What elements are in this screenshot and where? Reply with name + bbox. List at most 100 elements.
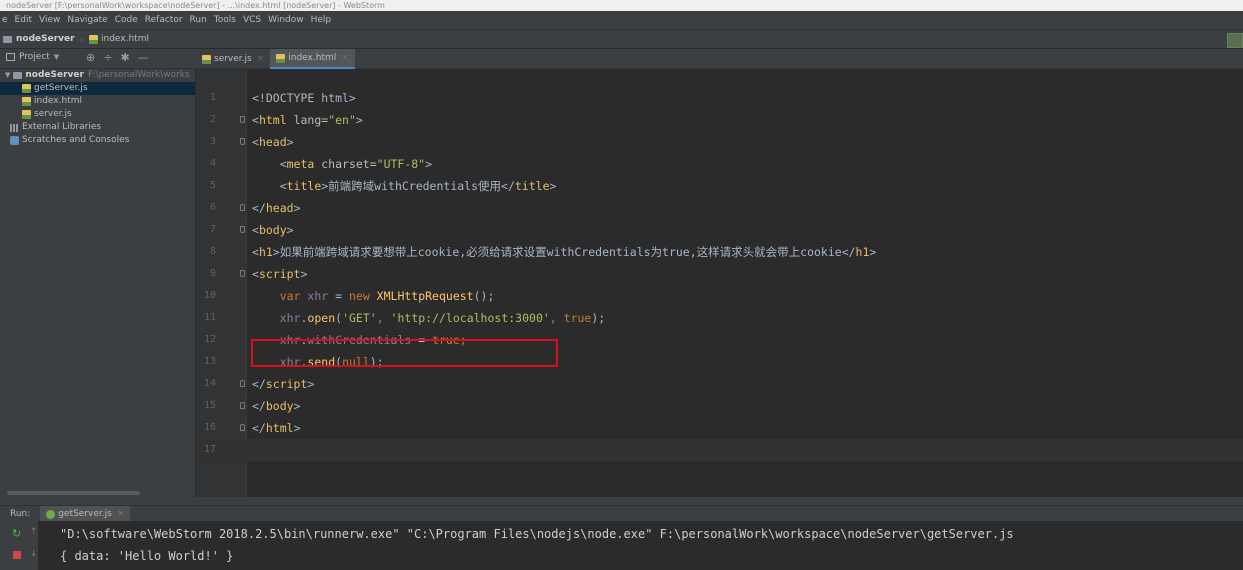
code-text: </html> bbox=[252, 421, 301, 435]
menu-file[interactable]: e bbox=[2, 15, 8, 25]
fold-marker-icon[interactable] bbox=[240, 226, 245, 233]
stop-icon[interactable] bbox=[13, 551, 21, 559]
menu-edit[interactable]: Edit bbox=[15, 15, 32, 25]
tree-item-server[interactable]: server.js bbox=[0, 108, 195, 121]
tree-item-scratches[interactable]: Scratches and Consoles bbox=[0, 134, 195, 147]
gear-icon[interactable]: ✱ bbox=[120, 51, 129, 64]
code-line[interactable]: 10 var xhr = new XMLHttpRequest(); bbox=[196, 285, 1243, 307]
close-icon[interactable]: × bbox=[257, 54, 265, 64]
code-editor[interactable]: 1 <!DOCTYPE html> 2 <html lang="en"> 3 <head>… bbox=[196, 69, 1243, 497]
horizontal-scrollbar[interactable] bbox=[7, 491, 140, 495]
code-line[interactable]: 2 <html lang="en"> bbox=[196, 109, 1243, 131]
tab-index-html[interactable]: index.html × bbox=[270, 49, 355, 69]
console-line: { data: 'Hello World!' } bbox=[60, 549, 234, 563]
fold-marker-icon[interactable] bbox=[240, 116, 245, 123]
tree-root[interactable]: ▼ nodeServer F:\personalWork\works bbox=[0, 69, 195, 82]
breadcrumb-project[interactable]: nodeServer bbox=[0, 34, 75, 44]
code-line[interactable]: 17 bbox=[196, 439, 1243, 461]
line-number: 10 bbox=[203, 290, 216, 301]
fold-marker-icon[interactable] bbox=[240, 380, 245, 387]
collapse-icon[interactable]: ÷ bbox=[103, 51, 112, 64]
line-number: 2 bbox=[209, 114, 216, 125]
line-number: 15 bbox=[203, 400, 216, 411]
fold-marker-icon[interactable] bbox=[240, 270, 245, 277]
menu-bar: e Edit View Navigate Code Refactor Run T… bbox=[0, 11, 1243, 29]
code-text: <meta charset="UTF-8"> bbox=[252, 157, 433, 171]
code-line[interactable]: 16 </html> bbox=[196, 417, 1243, 439]
line-number: 8 bbox=[209, 246, 216, 257]
fold-marker-icon[interactable] bbox=[240, 204, 245, 211]
close-icon[interactable]: × bbox=[341, 53, 349, 63]
breadcrumb-file[interactable]: index.html bbox=[88, 34, 149, 44]
code-line[interactable]: 5 <title>前端跨域withCredentials使用</title> bbox=[196, 175, 1243, 197]
fold-marker-icon[interactable] bbox=[240, 402, 245, 409]
code-line[interactable]: 1 <!DOCTYPE html> bbox=[196, 87, 1243, 109]
line-number: 17 bbox=[203, 444, 216, 455]
menu-refactor[interactable]: Refactor bbox=[145, 15, 183, 25]
chevron-down-icon[interactable]: ▼ bbox=[5, 69, 10, 82]
library-icon bbox=[10, 123, 19, 132]
code-line[interactable]: 11 xhr.open('GET', 'http://localhost:300… bbox=[196, 307, 1243, 329]
menu-run[interactable]: Run bbox=[190, 15, 207, 25]
menu-tools[interactable]: Tools bbox=[214, 15, 236, 25]
code-text: xhr.open('GET', 'http://localhost:3000',… bbox=[279, 311, 606, 325]
menu-view[interactable]: View bbox=[39, 15, 60, 25]
code-line[interactable]: 4 <meta charset="UTF-8"> bbox=[196, 153, 1243, 175]
line-number: 12 bbox=[203, 334, 216, 345]
line-number: 1 bbox=[209, 92, 216, 103]
rerun-icon[interactable]: ↻ bbox=[12, 527, 21, 540]
code-line[interactable]: 15 </body> bbox=[196, 395, 1243, 417]
menu-navigate[interactable]: Navigate bbox=[67, 15, 107, 25]
run-tab-getserver[interactable]: getServer.js × bbox=[40, 506, 131, 522]
code-text: <html lang="en"> bbox=[252, 113, 363, 127]
code-line[interactable]: 9 <script> bbox=[196, 263, 1243, 285]
line-number: 11 bbox=[203, 312, 216, 323]
html-file-icon bbox=[276, 53, 286, 63]
fold-marker-icon[interactable] bbox=[240, 138, 245, 145]
chevron-down-icon: ▼ bbox=[53, 53, 60, 61]
tree-item-index[interactable]: index.html bbox=[0, 95, 195, 108]
run-toolbar: Run: getServer.js × bbox=[0, 505, 1243, 522]
folder-icon bbox=[3, 35, 12, 43]
code-line[interactable]: 8 <h1>如果前端跨域请求要想带上cookie,必须给请求设置withCrede… bbox=[196, 241, 1243, 263]
project-view-selector[interactable]: Project ▼ bbox=[6, 52, 59, 62]
arrow-down-icon[interactable]: ↓ bbox=[30, 549, 38, 559]
node-icon bbox=[46, 509, 56, 519]
tree-item-external-libraries[interactable]: External Libraries bbox=[0, 121, 195, 134]
breadcrumb: nodeServer › index.html bbox=[0, 29, 1243, 49]
code-text: </head> bbox=[252, 201, 301, 215]
code-text: <!DOCTYPE html> bbox=[252, 91, 356, 105]
menu-code[interactable]: Code bbox=[115, 15, 138, 25]
tree-item-getserver[interactable]: getServer.js bbox=[0, 82, 195, 95]
html-file-icon bbox=[88, 34, 98, 44]
menu-help[interactable]: Help bbox=[311, 15, 332, 25]
hide-icon[interactable]: — bbox=[138, 51, 149, 64]
line-number: 4 bbox=[209, 158, 216, 169]
code-line[interactable]: 7 <body> bbox=[196, 219, 1243, 241]
project-toolbar: ⊕ ÷ ✱ — bbox=[86, 51, 149, 64]
panel-divider bbox=[0, 497, 1243, 505]
js-file-icon bbox=[22, 84, 31, 93]
arrow-up-icon[interactable]: ↑ bbox=[30, 527, 38, 537]
html-file-icon bbox=[22, 97, 31, 106]
project-icon bbox=[6, 53, 15, 61]
code-line[interactable]: 6 </head> bbox=[196, 197, 1243, 219]
code-text: <head> bbox=[252, 135, 294, 149]
line-number: 6 bbox=[209, 202, 216, 213]
menu-vcs[interactable]: VCS bbox=[243, 15, 261, 25]
folder-icon bbox=[13, 72, 23, 79]
run-config-button[interactable] bbox=[1227, 33, 1243, 48]
close-icon[interactable]: × bbox=[117, 509, 125, 519]
line-number: 5 bbox=[209, 180, 216, 191]
tab-server-js[interactable]: server.js × bbox=[196, 49, 270, 69]
code-line[interactable]: 3 <head> bbox=[196, 131, 1243, 153]
line-number: 13 bbox=[203, 356, 216, 367]
target-icon[interactable]: ⊕ bbox=[86, 51, 95, 64]
code-text: </script> bbox=[252, 377, 315, 391]
run-console[interactable]: ↻ ↑ ↓ "D:\software\WebStorm 2018.2.5\bin… bbox=[0, 521, 1243, 570]
menu-window[interactable]: Window bbox=[268, 15, 304, 25]
fold-marker-icon[interactable] bbox=[240, 424, 245, 431]
code-line[interactable]: 14 </script> bbox=[196, 373, 1243, 395]
code-text: var xhr = new XMLHttpRequest(); bbox=[279, 289, 495, 303]
line-number: 16 bbox=[203, 422, 216, 433]
